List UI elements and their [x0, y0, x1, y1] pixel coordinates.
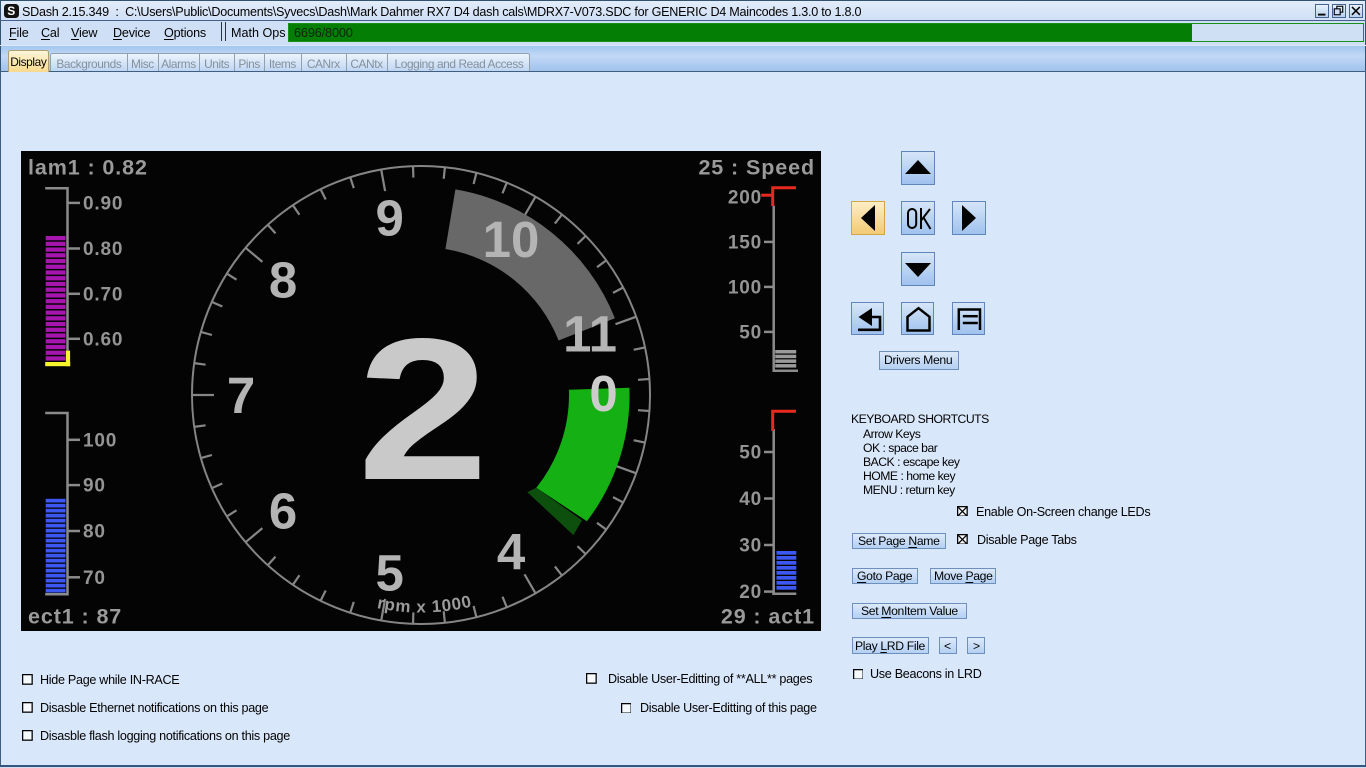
svg-text:8: 8	[269, 251, 297, 308]
svg-text:0.70: 0.70	[83, 284, 123, 305]
svg-text:2: 2	[357, 296, 488, 522]
svg-text:30: 30	[739, 536, 762, 557]
svg-text:100: 100	[728, 277, 762, 298]
svg-text:50: 50	[739, 443, 762, 464]
svg-text:29 : act1: 29 : act1	[721, 605, 815, 629]
svg-text:200: 200	[728, 187, 762, 208]
svg-text:5: 5	[376, 544, 404, 601]
svg-text:4: 4	[497, 523, 526, 580]
svg-text:0: 0	[589, 365, 617, 422]
svg-text:0.60: 0.60	[83, 329, 123, 350]
svg-text:9: 9	[376, 190, 404, 247]
svg-text:50: 50	[739, 322, 762, 343]
svg-text:90: 90	[83, 476, 106, 497]
svg-text:0.80: 0.80	[83, 239, 123, 260]
svg-text:0.90: 0.90	[83, 193, 123, 214]
svg-text:40: 40	[739, 489, 762, 510]
svg-text:ect1 : 87: ect1 : 87	[28, 605, 122, 629]
svg-text:150: 150	[728, 232, 762, 253]
svg-text:6: 6	[269, 483, 297, 540]
svg-text:80: 80	[83, 522, 106, 543]
svg-text:7: 7	[227, 367, 255, 424]
svg-text:20: 20	[739, 582, 762, 603]
svg-text:25 : Speed: 25 : Speed	[698, 156, 815, 180]
svg-text:10: 10	[483, 211, 540, 268]
svg-text:70: 70	[83, 568, 106, 589]
svg-text:11: 11	[563, 305, 617, 362]
svg-text:lam1 : 0.82: lam1 : 0.82	[28, 156, 148, 180]
svg-text:100: 100	[83, 430, 117, 451]
